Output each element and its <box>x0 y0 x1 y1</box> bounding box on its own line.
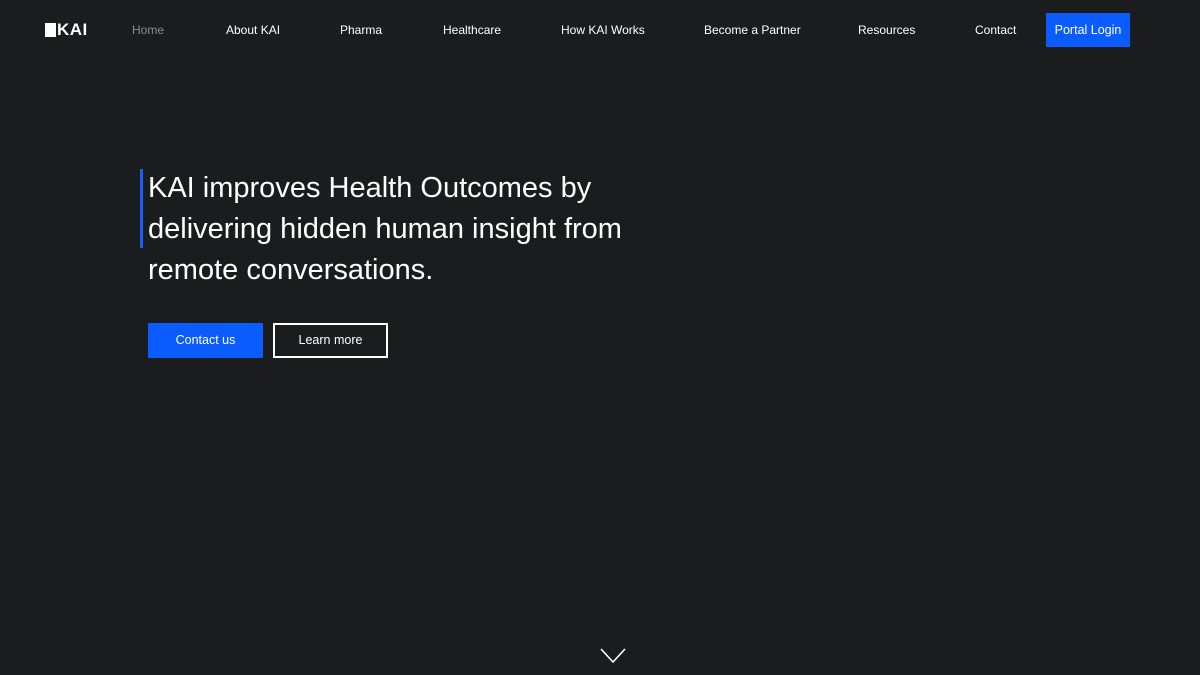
portal-login-button[interactable]: Portal Login <box>1046 13 1130 47</box>
nav-item-healthcare[interactable]: Healthcare <box>443 22 501 38</box>
learn-more-button[interactable]: Learn more <box>273 323 388 358</box>
logo-mark-icon <box>45 23 56 37</box>
site-header: KAI Home About KAI Pharma Healthcare How… <box>0 0 1200 60</box>
nav-item-contact[interactable]: Contact <box>975 22 1016 38</box>
nav-item-how-kai-works[interactable]: How KAI Works <box>561 22 645 38</box>
nav-item-home[interactable]: Home <box>132 22 164 38</box>
hero-accent-bar <box>140 169 143 248</box>
kai-logo[interactable]: KAI <box>45 20 88 39</box>
chevron-down-icon[interactable] <box>600 648 626 664</box>
hero-headline: KAI improves Health Outcomes by deliveri… <box>148 172 622 286</box>
contact-us-button[interactable]: Contact us <box>148 323 263 358</box>
nav-item-resources[interactable]: Resources <box>858 22 915 38</box>
nav-item-become-a-partner[interactable]: Become a Partner <box>704 22 801 38</box>
nav-item-pharma[interactable]: Pharma <box>340 22 382 38</box>
logo-text: KAI <box>57 20 88 39</box>
nav-item-about-kai[interactable]: About KAI <box>226 22 280 38</box>
